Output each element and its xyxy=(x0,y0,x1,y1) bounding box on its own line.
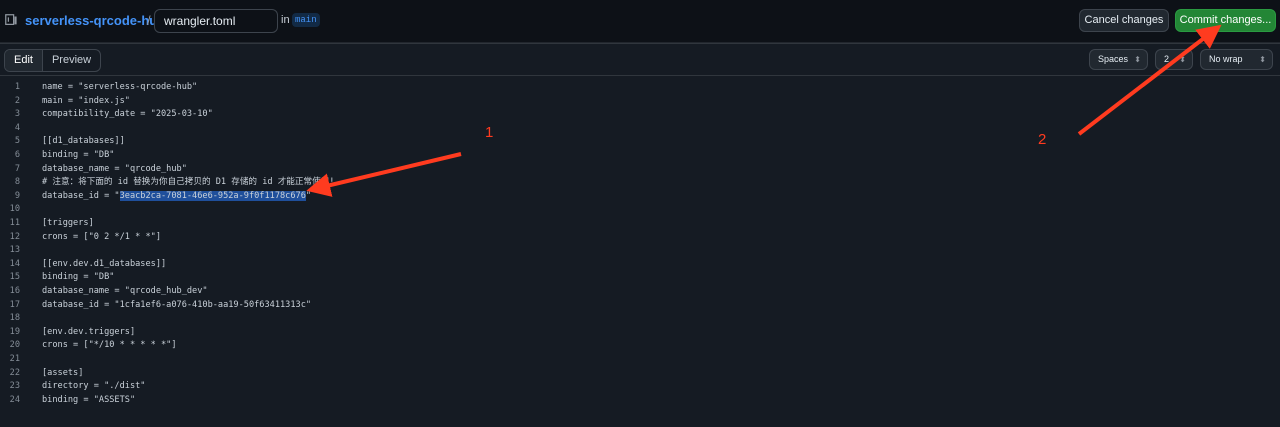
line-number: 17 xyxy=(9,299,20,310)
line-text[interactable]: database_name = "qrcode_hub_dev" xyxy=(42,285,208,299)
select-arrows-icon: ⬍ xyxy=(1134,55,1141,64)
line-number: 23 xyxy=(9,381,20,392)
indent-mode-value: Spaces xyxy=(1098,54,1129,64)
line-text[interactable]: [assets] xyxy=(42,367,83,381)
line-number: 9 xyxy=(14,190,20,201)
line-number: 24 xyxy=(9,394,20,405)
line-text[interactable]: [env.dev.triggers] xyxy=(42,326,135,340)
line-text[interactable]: database_id = "1cfa1ef6-a076-410b-aa19-5… xyxy=(42,299,311,313)
line-text[interactable]: [[env.dev.d1_databases]] xyxy=(42,258,166,272)
line-number: 19 xyxy=(9,326,20,337)
path-separator: / xyxy=(147,13,151,28)
line-text[interactable]: compatibility_date = "2025-03-10" xyxy=(42,108,213,122)
line-text[interactable]: # 注意：将下面的 id 替换为你自己拷贝的 D1 存储的 id 才能正常使用! xyxy=(42,176,334,190)
editor-toolbar: Edit Preview Spaces ⬍ 2 ⬍ No wrap ⬍ xyxy=(0,44,1280,76)
select-arrows-icon: ⬍ xyxy=(1259,55,1266,64)
indent-size-value: 2 xyxy=(1164,54,1170,64)
wrap-mode-select[interactable]: No wrap ⬍ xyxy=(1200,49,1273,70)
annotation-label-2: 2 xyxy=(1038,131,1047,148)
line-number: 12 xyxy=(9,231,20,242)
branch-badge[interactable]: main xyxy=(292,13,320,27)
line-text-after-selection: " xyxy=(305,190,312,201)
wrap-mode-value: No wrap xyxy=(1209,54,1243,64)
line-number: 11 xyxy=(9,218,20,228)
line-text[interactable]: [triggers] xyxy=(42,217,94,231)
line-text[interactable]: main = "index.js" xyxy=(42,95,130,109)
line-number: 10 xyxy=(9,204,20,215)
line-number: 4 xyxy=(14,122,20,133)
line-text[interactable]: directory = "./dist" xyxy=(42,380,145,394)
edit-preview-tabs: Edit Preview xyxy=(4,49,102,72)
selected-text[interactable]: 3eacb2ca-7081-46e6-952a-9f0f1178c676 xyxy=(119,190,306,201)
line-text[interactable]: [[d1_databases]] xyxy=(42,135,125,149)
line-text[interactable]: crons = ["*/10 * * * * *"] xyxy=(42,339,177,353)
tab-preview[interactable]: Preview xyxy=(43,50,100,71)
line-number: 6 xyxy=(14,150,20,160)
in-label: in xyxy=(281,14,290,26)
line-number: 20 xyxy=(9,340,20,351)
line-text[interactable]: database_name = "qrcode_hub" xyxy=(42,163,187,177)
line-text[interactable]: crons = ["0 2 */1 * *"] xyxy=(42,231,161,245)
line-number: 8 xyxy=(14,177,20,188)
line-text[interactable]: binding = "ASSETS" xyxy=(42,394,135,408)
select-arrows-icon: ⬍ xyxy=(1179,55,1186,64)
repo-icon xyxy=(5,14,17,25)
indent-mode-select[interactable]: Spaces ⬍ xyxy=(1089,49,1148,70)
cancel-changes-button[interactable]: Cancel changes xyxy=(1079,9,1169,32)
line-number: 2 xyxy=(14,95,20,106)
line-number: 21 xyxy=(9,354,20,364)
line-text-before-selection: database_id = " xyxy=(42,190,120,201)
line-number: 13 xyxy=(9,245,20,256)
line-number: 3 xyxy=(14,109,20,120)
line-number: 18 xyxy=(9,313,20,324)
line-number: 5 xyxy=(14,136,20,147)
line-text[interactable]: name = "serverless-qrcode-hub" xyxy=(42,81,197,95)
line-text[interactable]: binding = "DB" xyxy=(42,271,114,285)
line-number: 14 xyxy=(9,258,20,269)
filename-input[interactable] xyxy=(154,9,278,33)
line-text[interactable]: database_id = "3eacb2ca-7081-46e6-952a-9… xyxy=(42,190,311,204)
commit-changes-button[interactable]: Commit changes... xyxy=(1175,9,1276,32)
line-number: 16 xyxy=(9,286,20,296)
line-number: 15 xyxy=(9,272,20,283)
annotation-label-1: 1 xyxy=(485,124,494,141)
line-number: 22 xyxy=(9,367,20,378)
repo-name-link[interactable]: serverless-qrcode-hub xyxy=(25,13,165,28)
line-number: 1 xyxy=(14,82,20,92)
line-text[interactable]: binding = "DB" xyxy=(42,149,114,163)
indent-size-select[interactable]: 2 ⬍ xyxy=(1155,49,1193,70)
code-editor-panel: Edit Preview Spaces ⬍ 2 ⬍ No wrap ⬍ 1 nam… xyxy=(0,43,1280,427)
editor-header: serverless-qrcode-hub / in main Cancel c… xyxy=(0,0,1280,43)
line-number: 7 xyxy=(14,163,20,174)
tab-edit[interactable]: Edit xyxy=(5,50,43,71)
